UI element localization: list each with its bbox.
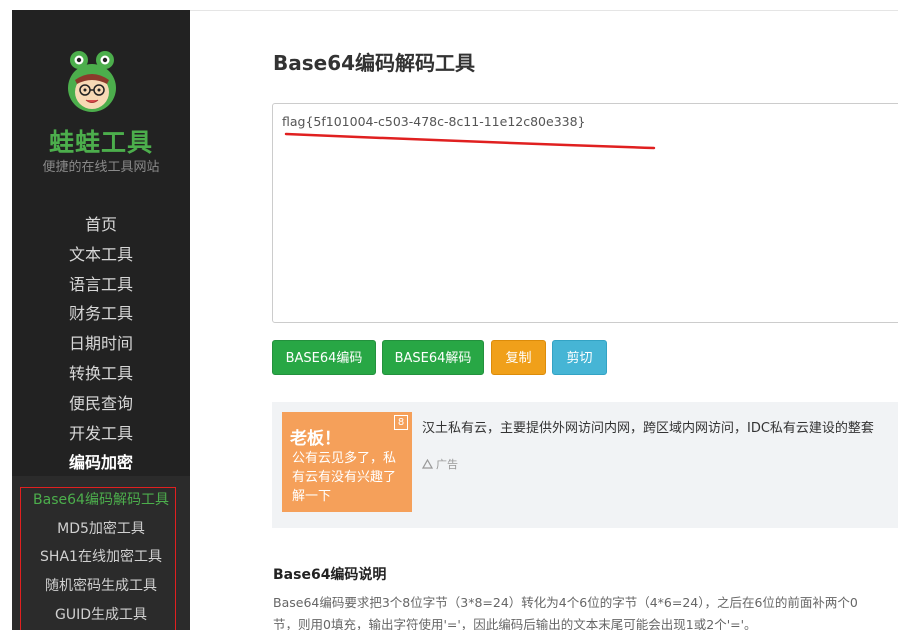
red-underline-annotation: [284, 132, 656, 150]
nav-item-text-tools[interactable]: 文本工具: [12, 240, 190, 270]
base64-decode-button[interactable]: BASE64解码: [382, 340, 484, 375]
sub-item-random-password[interactable]: 随机密码生成工具: [12, 575, 190, 595]
page-gutter: [0, 0, 12, 630]
base64-encode-button[interactable]: BASE64编码: [272, 340, 376, 375]
ad-title: 老板！: [290, 429, 341, 449]
nav-item-language-tools[interactable]: 语言工具: [12, 270, 190, 300]
cut-button[interactable]: 剪切: [552, 340, 607, 375]
sub-item-guid[interactable]: GUID生成工具: [12, 604, 190, 624]
sub-item-md5[interactable]: MD5加密工具: [12, 518, 190, 538]
section-body: Base64编码要求把3个8位字节（3*8=24）转化为4个6位的字节（4*6=…: [273, 592, 898, 630]
ad-link-text[interactable]: 汉土私有云，主要提供外网访问内网，跨区域内网访问，IDC私有云建设的整套: [422, 417, 898, 436]
header-divider: [190, 10, 898, 11]
sub-item-base64[interactable]: Base64编码解码工具: [12, 489, 190, 509]
nav-item-home[interactable]: 首页: [12, 210, 190, 240]
main-nav: 首页 文本工具 语言工具 财务工具 日期时间 转换工具 便民查询 开发工具 编码…: [12, 210, 190, 478]
nav-item-date-time[interactable]: 日期时间: [12, 329, 190, 359]
ad-triangle-icon: [422, 459, 433, 469]
nav-item-encode-encrypt[interactable]: 编码加密: [12, 448, 190, 478]
nav-item-public-query[interactable]: 便民查询: [12, 389, 190, 419]
brand-name[interactable]: 蛙蛙工具: [12, 123, 190, 159]
ad-label: 广告: [422, 456, 458, 472]
brand-tagline: 便捷的在线工具网站: [42, 160, 160, 175]
ad-banner[interactable]: 8 老板！ 公有云见多了，私有云有没有兴趣了解一下: [282, 412, 412, 512]
ad-description: 公有云见多了，私有云有没有兴趣了解一下: [292, 451, 397, 504]
ad-badge: 8: [394, 415, 408, 430]
sidebar: 蛙蛙工具 便捷的在线工具网站 首页 文本工具 语言工具 财务工具 日期时间 转换…: [12, 10, 190, 630]
ad-label-text: 广告: [436, 458, 458, 471]
ad-panel: 8 老板！ 公有云见多了，私有云有没有兴趣了解一下 汉土私有云，主要提供外网访问…: [272, 402, 898, 528]
page-title: Base64编码解码工具: [273, 51, 476, 75]
nav-item-dev-tools[interactable]: 开发工具: [12, 419, 190, 449]
nav-item-convert-tools[interactable]: 转换工具: [12, 359, 190, 389]
sub-item-sha1[interactable]: SHA1在线加密工具: [12, 546, 190, 566]
section-title: Base64编码说明: [273, 567, 387, 583]
sub-nav: Base64编码解码工具 MD5加密工具 SHA1在线加密工具 随机密码生成工具…: [12, 476, 190, 630]
nav-item-finance-tools[interactable]: 财务工具: [12, 299, 190, 329]
frog-logo-icon[interactable]: [67, 50, 117, 114]
copy-button[interactable]: 复制: [491, 340, 546, 375]
section-line-1: Base64编码要求把3个8位字节（3*8=24）转化为4个6位的字节（4*6=…: [273, 595, 858, 610]
section-line-2: 节，则用0填充，输出字符使用'='，因此编码后输出的文本末尾可能会出现1或2个'…: [273, 617, 757, 630]
